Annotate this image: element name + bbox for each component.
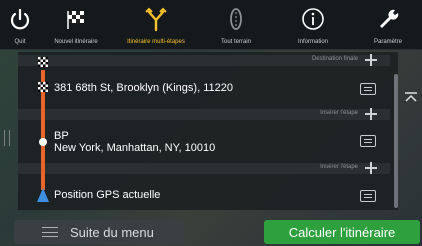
toolbar-new-route[interactable]: Nouvel itinéraire: [40, 0, 112, 50]
multi-stop-route-icon: [145, 7, 167, 32]
toolbar-label: Nouvel itinéraire: [54, 39, 98, 45]
toolbar-label: Itinéraire multi-étapes: [127, 39, 185, 45]
stop-waypoint-address[interactable]: New York, Manhattan, NY, 10010: [54, 142, 215, 155]
checkered-flag-icon: [67, 11, 84, 29]
more-menu-button[interactable]: Suite du menu: [14, 220, 184, 244]
insert-separator: Insérer l'étape: [18, 107, 390, 121]
checkered-flag-icon: [38, 82, 48, 92]
menu-icon: [42, 227, 58, 237]
calculate-route-label: Calculer l'itinéraire: [288, 224, 396, 240]
separator-label: Destination finale: [311, 56, 358, 62]
drag-handle-icon[interactable]: [4, 130, 10, 146]
off-road-icon: [230, 8, 242, 30]
calculate-route-button[interactable]: Calculer l'itinéraire: [264, 220, 420, 244]
toolbar-multi-stop[interactable]: Itinéraire multi-étapes: [112, 0, 200, 50]
stop-destination-address[interactable]: 381 68th St, Brooklyn (Kings), 11220: [54, 82, 233, 95]
toolbar-offroad[interactable]: Tout terrain: [200, 0, 272, 50]
toolbar-label: Tout terrain: [220, 39, 251, 45]
itinerary-panel: Destination finale 381 68th St, Brooklyn…: [18, 52, 398, 210]
scrollbar[interactable]: [394, 74, 398, 208]
stop-menu-icon[interactable]: [360, 83, 376, 95]
power-icon: [10, 8, 30, 30]
toolbar-quit[interactable]: Quit: [0, 0, 40, 50]
toolbar-information[interactable]: Information: [272, 0, 354, 50]
add-stop-plus-icon[interactable]: [364, 53, 378, 67]
separator-label: Insérer l'étape: [320, 164, 358, 170]
destination-separator: Destination finale: [18, 53, 390, 67]
wrench-icon: [380, 9, 399, 28]
separator-label: Insérer l'étape: [320, 110, 358, 116]
chevron-up-icon[interactable]: [404, 90, 418, 104]
toolbar-settings[interactable]: Paramètre: [354, 0, 422, 50]
gps-arrow-icon: [37, 188, 49, 202]
checkered-flag-icon: [38, 57, 48, 67]
stop-menu-icon[interactable]: [360, 135, 376, 147]
stop-menu-icon[interactable]: [360, 190, 376, 202]
insert-separator: Insérer l'étape: [18, 161, 390, 175]
toolbar-label: Information: [297, 39, 328, 45]
toolbar-label: Quit: [14, 39, 26, 45]
add-stop-plus-icon[interactable]: [364, 161, 378, 175]
more-menu-label: Suite du menu: [70, 224, 154, 240]
add-stop-plus-icon[interactable]: [364, 107, 378, 121]
waypoint-dot-icon: [39, 138, 47, 146]
toolbar-label: Paramètre: [373, 39, 402, 45]
info-icon: [302, 8, 324, 30]
stop-start-address[interactable]: Position GPS actuelle: [54, 189, 160, 202]
top-toolbar: Quit Nouvel itinéraire Itinéraire multi-…: [0, 0, 422, 50]
